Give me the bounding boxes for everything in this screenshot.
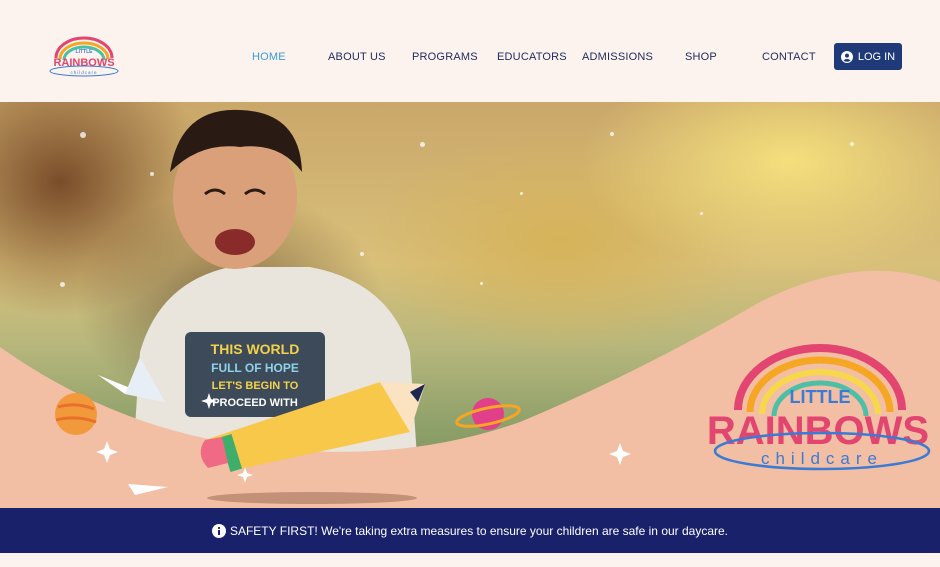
nav-shop[interactable]: SHOP bbox=[685, 51, 717, 63]
orange-planet-icon bbox=[55, 393, 97, 435]
page-bottom-strip bbox=[0, 553, 940, 567]
svg-text:LITTLE: LITTLE bbox=[790, 387, 851, 407]
svg-text:RAINBOWS: RAINBOWS bbox=[707, 409, 929, 453]
paper-plane-icon bbox=[98, 357, 165, 402]
login-button[interactable]: LOG IN bbox=[834, 43, 902, 70]
nav-about-us[interactable]: ABOUT US bbox=[328, 51, 386, 63]
user-circle-icon bbox=[840, 50, 853, 63]
info-icon bbox=[211, 523, 226, 538]
hero-wave-overlay: LITTLE RAINBOWS childcare bbox=[0, 270, 940, 508]
svg-text:LITTLE: LITTLE bbox=[76, 49, 94, 55]
site-logo[interactable]: LITTLE RAINBOWS childcare bbox=[44, 36, 124, 78]
nav-home[interactable]: HOME bbox=[252, 51, 286, 63]
svg-text:childcare: childcare bbox=[70, 70, 97, 75]
nav-educators[interactable]: EDUCATORS bbox=[497, 51, 567, 63]
login-label: LOG IN bbox=[857, 50, 896, 63]
nav-contact[interactable]: CONTACT bbox=[762, 51, 816, 63]
nav-programs[interactable]: PROGRAMS bbox=[412, 51, 478, 63]
hero-banner: THIS WORLD FULL OF HOPE LET'S BEGIN TO P… bbox=[0, 102, 940, 508]
safety-notice-text: SAFETY FIRST! We're taking extra measure… bbox=[229, 523, 729, 538]
nav-admissions[interactable]: ADMISSIONS bbox=[582, 51, 653, 63]
safety-notice-bar: SAFETY FIRST! We're taking extra measure… bbox=[0, 508, 940, 553]
svg-text:childcare: childcare bbox=[761, 449, 883, 468]
site-header: LITTLE RAINBOWS childcare HOME ABOUT US … bbox=[0, 0, 940, 102]
